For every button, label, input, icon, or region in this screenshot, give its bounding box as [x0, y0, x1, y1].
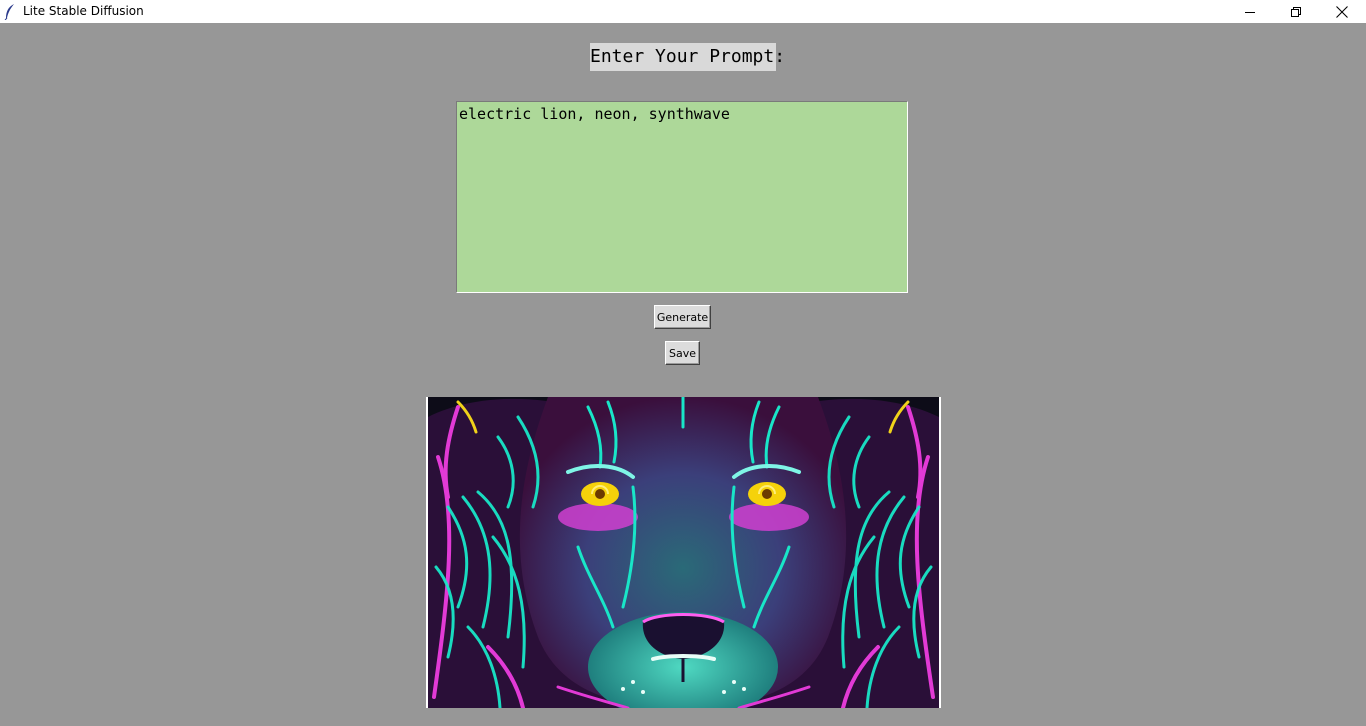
prompt-label: Enter Your Prompt: [590, 43, 785, 71]
window-title: Lite Stable Diffusion [23, 4, 144, 18]
close-button[interactable] [1319, 0, 1365, 23]
title-bar: Lite Stable Diffusion [0, 0, 1366, 23]
minimize-button[interactable] [1227, 0, 1273, 23]
prompt-input[interactable]: electric lion, neon, synthwave [456, 101, 908, 293]
restore-icon [1291, 6, 1301, 17]
generated-lion-image [428, 397, 939, 708]
generated-image [426, 397, 941, 708]
generate-button[interactable]: Generate [654, 305, 711, 329]
close-icon [1336, 5, 1348, 18]
feather-icon [4, 4, 14, 20]
save-button[interactable]: Save [665, 341, 700, 365]
minimize-icon [1245, 11, 1255, 13]
restore-button[interactable] [1273, 0, 1319, 23]
